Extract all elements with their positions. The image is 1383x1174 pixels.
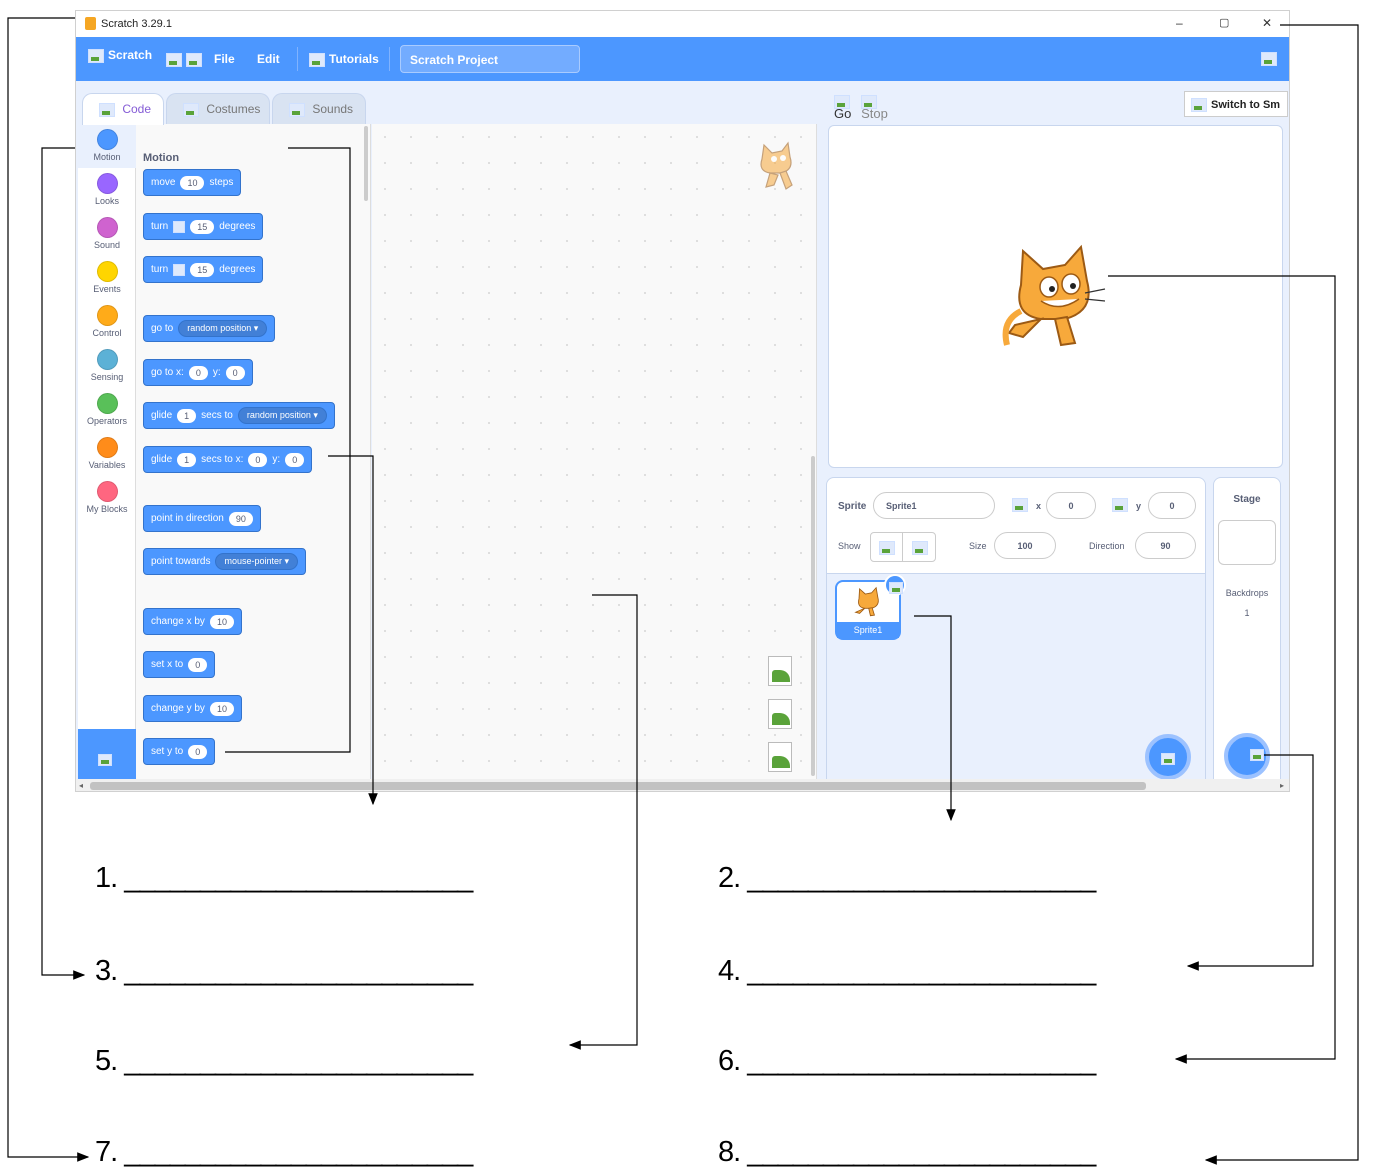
arrow-2 xyxy=(914,615,956,822)
answer-blank: _______________________ xyxy=(747,955,1096,987)
answer-blank: _______________________ xyxy=(747,862,1096,894)
answer-blank: _______________________ xyxy=(124,955,473,987)
answer-blank: _______________________ xyxy=(124,1136,473,1168)
answer-1: 1. _______________________ xyxy=(95,862,473,894)
callout-arrows xyxy=(7,17,1359,1165)
answer-8: 8. _______________________ xyxy=(718,1136,1096,1168)
arrow-5 xyxy=(568,594,638,1050)
answer-blank: _______________________ xyxy=(124,862,473,894)
answer-6: 6. _______________________ xyxy=(718,1045,1096,1077)
answer-blank: _______________________ xyxy=(124,1045,473,1077)
answer-blank: _______________________ xyxy=(747,1136,1096,1168)
answer-5: 5. _______________________ xyxy=(95,1045,473,1077)
answer-2: 2. _______________________ xyxy=(718,862,1096,894)
arrow-1 xyxy=(225,147,373,804)
answer-7: 7. _______________________ xyxy=(95,1136,473,1168)
arrow-3 xyxy=(41,147,86,980)
arrow-4 xyxy=(1186,754,1314,971)
answer-blank: _______________________ xyxy=(747,1045,1096,1077)
answer-4: 4. _______________________ xyxy=(718,955,1096,987)
tab-code[interactable]: Code xyxy=(82,93,164,125)
arrow-7 xyxy=(7,17,90,1162)
code-icon xyxy=(99,102,115,117)
answer-3: 3. _______________________ xyxy=(95,955,473,987)
arrow-6 xyxy=(1108,275,1336,1064)
